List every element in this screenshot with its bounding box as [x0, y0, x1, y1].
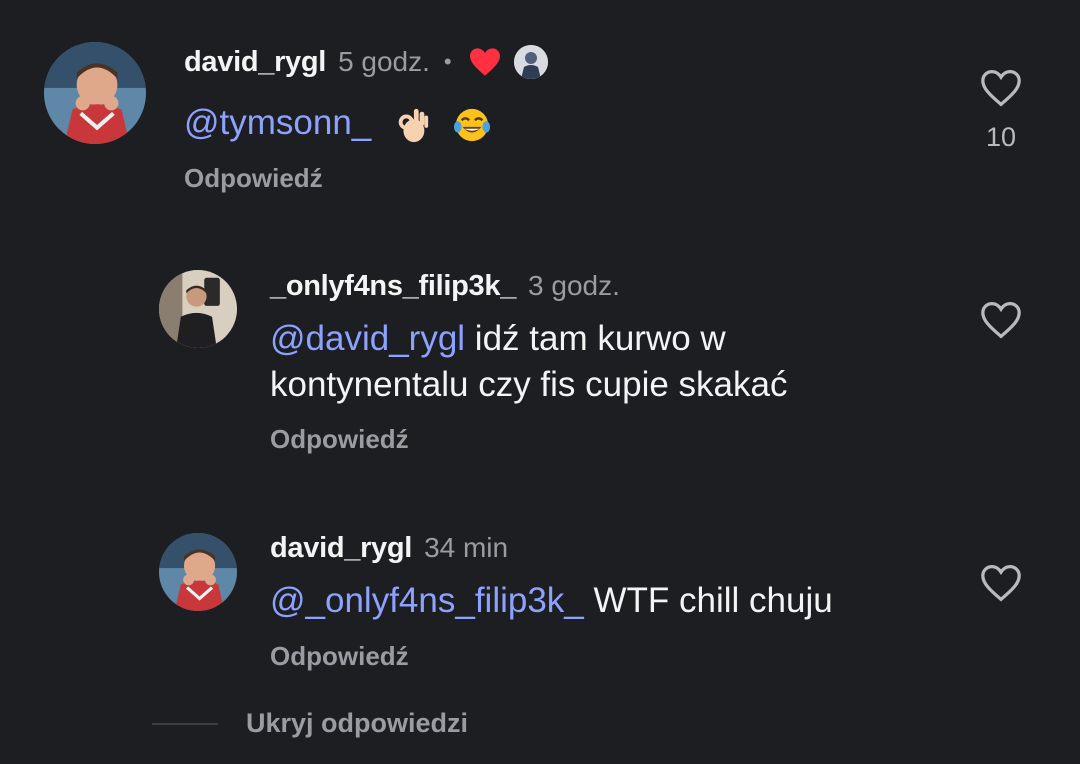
ok-hand-emoji-icon	[398, 108, 429, 142]
mention-link[interactable]: @_onlyf4ns_filip3k_	[270, 581, 584, 620]
avatar[interactable]	[159, 533, 237, 611]
mention-link[interactable]: @tymsonn_	[184, 103, 371, 142]
comment-header: _onlyf4ns_filip3k_ 3 godz.	[270, 268, 620, 304]
like-control: 10	[978, 68, 1024, 153]
author-liked-heart-icon	[469, 48, 500, 76]
timestamp: 3 godz.	[528, 270, 620, 301]
thread-divider-line	[152, 722, 218, 725]
avatar[interactable]	[159, 270, 237, 348]
separator-dot: •	[443, 49, 452, 74]
avatar[interactable]	[44, 42, 146, 144]
username[interactable]: david_rygl	[184, 46, 326, 79]
reply-button[interactable]: Odpowiedź	[184, 163, 323, 194]
user-avatar-image	[44, 42, 146, 144]
like-count: 10	[985, 122, 1017, 152]
reply-button[interactable]: Odpowiedź	[270, 641, 409, 672]
like-control	[978, 300, 1024, 340]
username[interactable]: _onlyf4ns_filip3k_	[270, 270, 516, 303]
comment-text-body: WTF chill chuju	[583, 581, 833, 620]
user-avatar-image	[159, 270, 237, 348]
like-heart-icon[interactable]	[979, 563, 1023, 603]
tears-of-joy-emoji-icon	[453, 108, 490, 141]
comment-text: @tymsonn_	[184, 100, 491, 146]
comment-text: @_onlyf4ns_filip3k_ WTF chill chuju	[270, 578, 833, 624]
like-heart-icon[interactable]	[979, 68, 1023, 108]
hide-replies-button[interactable]: Ukryj odpowiedzi	[246, 708, 468, 739]
timestamp: 5 godz.	[338, 46, 430, 77]
reply-button[interactable]: Odpowiedź	[270, 424, 409, 455]
mention-link[interactable]: @david_rygl	[270, 319, 465, 358]
author-avatar-small	[513, 45, 548, 79]
comment-text-line-1: idź tam kurwo w	[465, 319, 726, 358]
comment-header: david_rygl 34 min	[270, 530, 508, 566]
user-avatar-image	[159, 533, 237, 611]
comment-text-line-2: kontynentalu czy fis cupie skakać	[270, 365, 788, 404]
username[interactable]: david_rygl	[270, 532, 412, 565]
comment-header: david_rygl 5 godz. •	[184, 44, 548, 80]
like-control	[978, 563, 1024, 603]
like-heart-icon[interactable]	[979, 300, 1023, 340]
hide-replies-row[interactable]: Ukryj odpowiedzi	[152, 708, 468, 739]
timestamp: 34 min	[424, 532, 509, 563]
comment-text: @david_rygl idź tam kurwo w kontynentalu…	[270, 316, 787, 408]
